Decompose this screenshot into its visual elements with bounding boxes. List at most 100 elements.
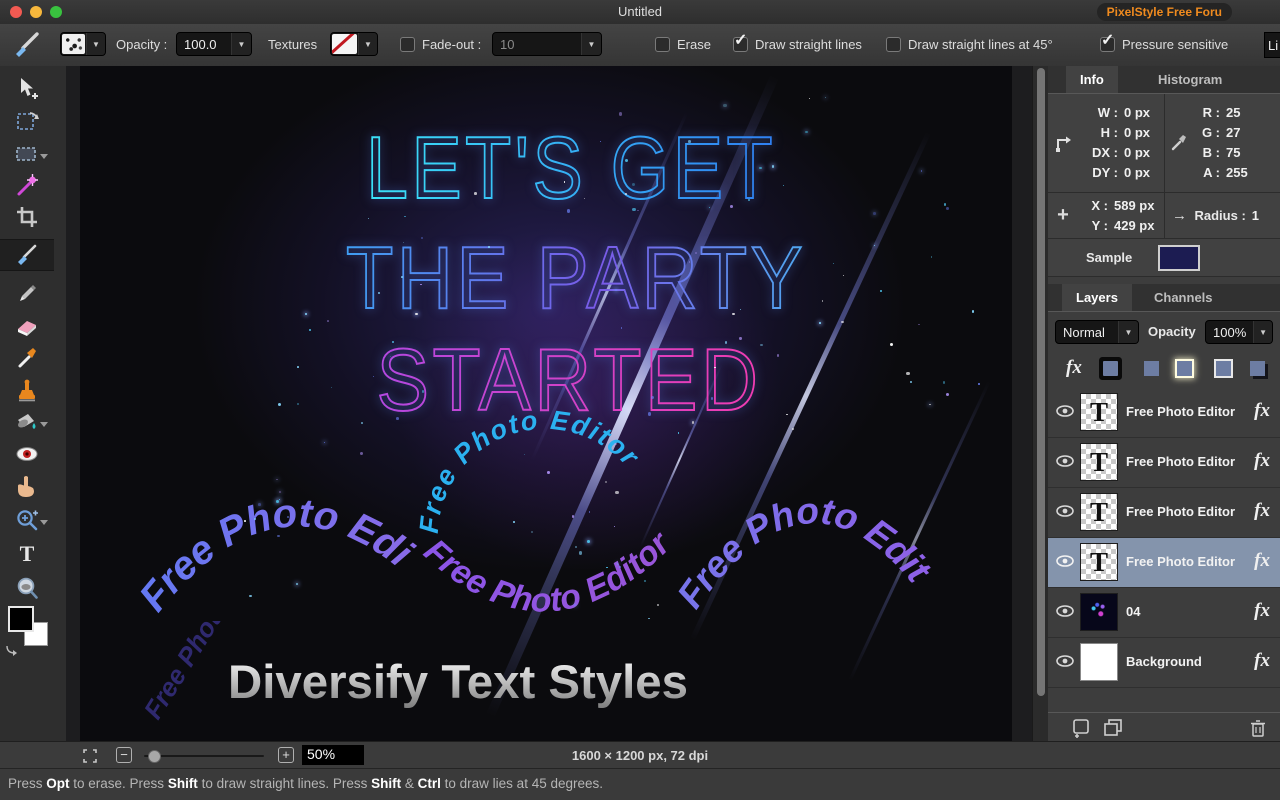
fadeout-checkbox[interactable] [400,37,415,52]
paintbrush-icon [10,28,44,65]
text-tool[interactable]: T [0,539,54,569]
paint-bucket-tool[interactable] [0,407,54,437]
tab-histogram[interactable]: Histogram [1144,66,1236,93]
zoom-slider-track[interactable] [144,755,264,757]
paintbrush-tool[interactable] [0,239,54,271]
zoom-in-button[interactable]: + [278,747,294,763]
chevron-down-icon[interactable] [40,520,48,525]
visibility-eye-icon[interactable] [1056,405,1074,420]
eyedropper-tool[interactable] [0,343,54,373]
layer-thumbnail[interactable] [1080,643,1118,681]
color-swatches[interactable] [8,606,52,654]
fx-badge[interactable]: fx [1254,600,1270,622]
new-layer-icon[interactable] [1070,718,1092,738]
fx-badge[interactable]: fx [1254,650,1270,672]
blend-mode-dropdown[interactable]: Normal ▼ [1055,320,1139,344]
fx-icon[interactable]: fx [1066,357,1082,379]
zoom-slider-handle[interactable] [148,750,161,763]
chevron-down-icon[interactable] [40,422,48,427]
eraser-tool[interactable] [0,311,54,341]
crop-tool[interactable] [0,202,54,232]
layer-row[interactable]: T Free Photo Editor fx [1048,388,1280,438]
foreground-color-swatch[interactable] [8,606,34,632]
layer-opacity-dropdown[interactable]: 100% ▼ [1205,320,1273,344]
zoom-level-value[interactable]: 50% [302,745,364,765]
move-tool[interactable] [0,74,54,104]
star-sparkle [692,421,695,424]
layer-style-preset-5-icon[interactable] [1250,361,1265,376]
layer-style-preset-3-icon[interactable] [1177,361,1192,376]
star-sparkle [759,167,761,169]
sample-color-swatch [1158,245,1200,271]
chevron-down-icon[interactable]: ▼ [1118,321,1138,343]
pencil-tool[interactable] [0,279,54,309]
pressure-sensitive-checkbox[interactable]: ✓ [1100,37,1115,52]
pixelstyle-badge[interactable]: PixelStyle Free Foru [1097,3,1232,21]
layer-style-preset-4-icon[interactable] [1214,359,1233,378]
layer-row[interactable]: 04 fx [1048,588,1280,638]
effects-magnifier-tool[interactable] [0,573,54,603]
visibility-eye-icon[interactable] [1056,455,1074,470]
draw-straight-checkbox[interactable]: ✓ [733,37,748,52]
visibility-eye-icon[interactable] [1056,655,1074,670]
hint-text: Press [8,776,46,791]
erase-checkbox[interactable] [655,37,670,52]
tab-layers[interactable]: Layers [1062,284,1132,311]
fadeout-dropdown[interactable]: 10 ▼ [492,32,602,56]
chevron-down-icon[interactable]: ▼ [231,33,251,55]
fx-badge[interactable]: fx [1254,450,1270,472]
chevron-down-icon[interactable]: ▼ [86,33,105,55]
chevron-down-icon[interactable] [40,154,48,159]
rectangular-select-tool[interactable] [0,139,54,169]
star-sparkle [748,199,750,201]
fx-badge[interactable]: fx [1254,500,1270,522]
star-sparkle [688,140,691,143]
layer-thumbnail[interactable]: T [1080,493,1118,531]
draw-straight-45-checkbox[interactable] [886,37,901,52]
truncated-control[interactable]: Li [1264,32,1280,58]
textures-dropdown[interactable]: ▼ [330,32,378,56]
magic-wand-tool[interactable] [0,170,54,200]
tab-channels[interactable]: Channels [1140,284,1227,311]
zoom-in-tool[interactable] [0,505,54,535]
opacity-dropdown[interactable]: 100.0 ▼ [176,32,252,56]
text-layer-glyph: T [1090,397,1108,428]
sample-label: Sample [1086,250,1132,265]
stamp-tool[interactable] [0,375,54,405]
layer-thumbnail[interactable]: T [1080,543,1118,581]
layer-row[interactable]: T Free Photo Editor fx [1048,438,1280,488]
chevron-down-icon[interactable]: ▼ [1253,321,1272,343]
layer-thumbnail[interactable]: T [1080,393,1118,431]
visibility-eye-icon[interactable] [1056,605,1074,620]
scrollbar-thumb[interactable] [1037,68,1045,696]
transform-tool[interactable] [0,105,54,135]
tab-info[interactable]: Info [1066,66,1118,93]
layer-style-preset-1-icon[interactable] [1103,361,1118,376]
smudge-finger-tool[interactable] [0,471,54,501]
panel-scrollbar[interactable] [1032,66,1049,741]
duplicate-layer-icon[interactable] [1102,718,1124,738]
layer-thumbnail[interactable]: T [1080,443,1118,481]
delete-layer-icon[interactable] [1248,718,1268,738]
visibility-eye-icon[interactable] [1056,555,1074,570]
star-sparkle [906,372,909,375]
brush-preview-dropdown[interactable]: ▼ [60,32,106,56]
star-sparkle [946,207,949,210]
chevron-down-icon[interactable]: ▼ [358,33,377,55]
layer-row[interactable]: Background fx [1048,638,1280,688]
fx-badge[interactable]: fx [1254,400,1270,422]
star-sparkle [777,354,780,357]
fit-to-screen-icon[interactable] [82,748,98,764]
layer-thumbnail[interactable] [1080,593,1118,631]
chevron-down-icon[interactable]: ▼ [581,33,601,55]
layer-row[interactable]: T Free Photo Editor fx [1048,488,1280,538]
fx-badge[interactable]: fx [1254,550,1270,572]
red-eye-tool[interactable] [0,439,54,469]
zoom-out-button[interactable]: − [116,747,132,763]
star-sparkle [617,563,618,564]
visibility-eye-icon[interactable] [1056,505,1074,520]
swap-colors-icon[interactable] [4,644,18,656]
layer-row-selected[interactable]: T Free Photo Editor fx [1048,538,1280,588]
layer-style-preset-2-icon[interactable] [1144,361,1159,376]
canvas-image[interactable]: LET'S GET THE PARTY STARTED Free Photo E… [80,66,1012,742]
